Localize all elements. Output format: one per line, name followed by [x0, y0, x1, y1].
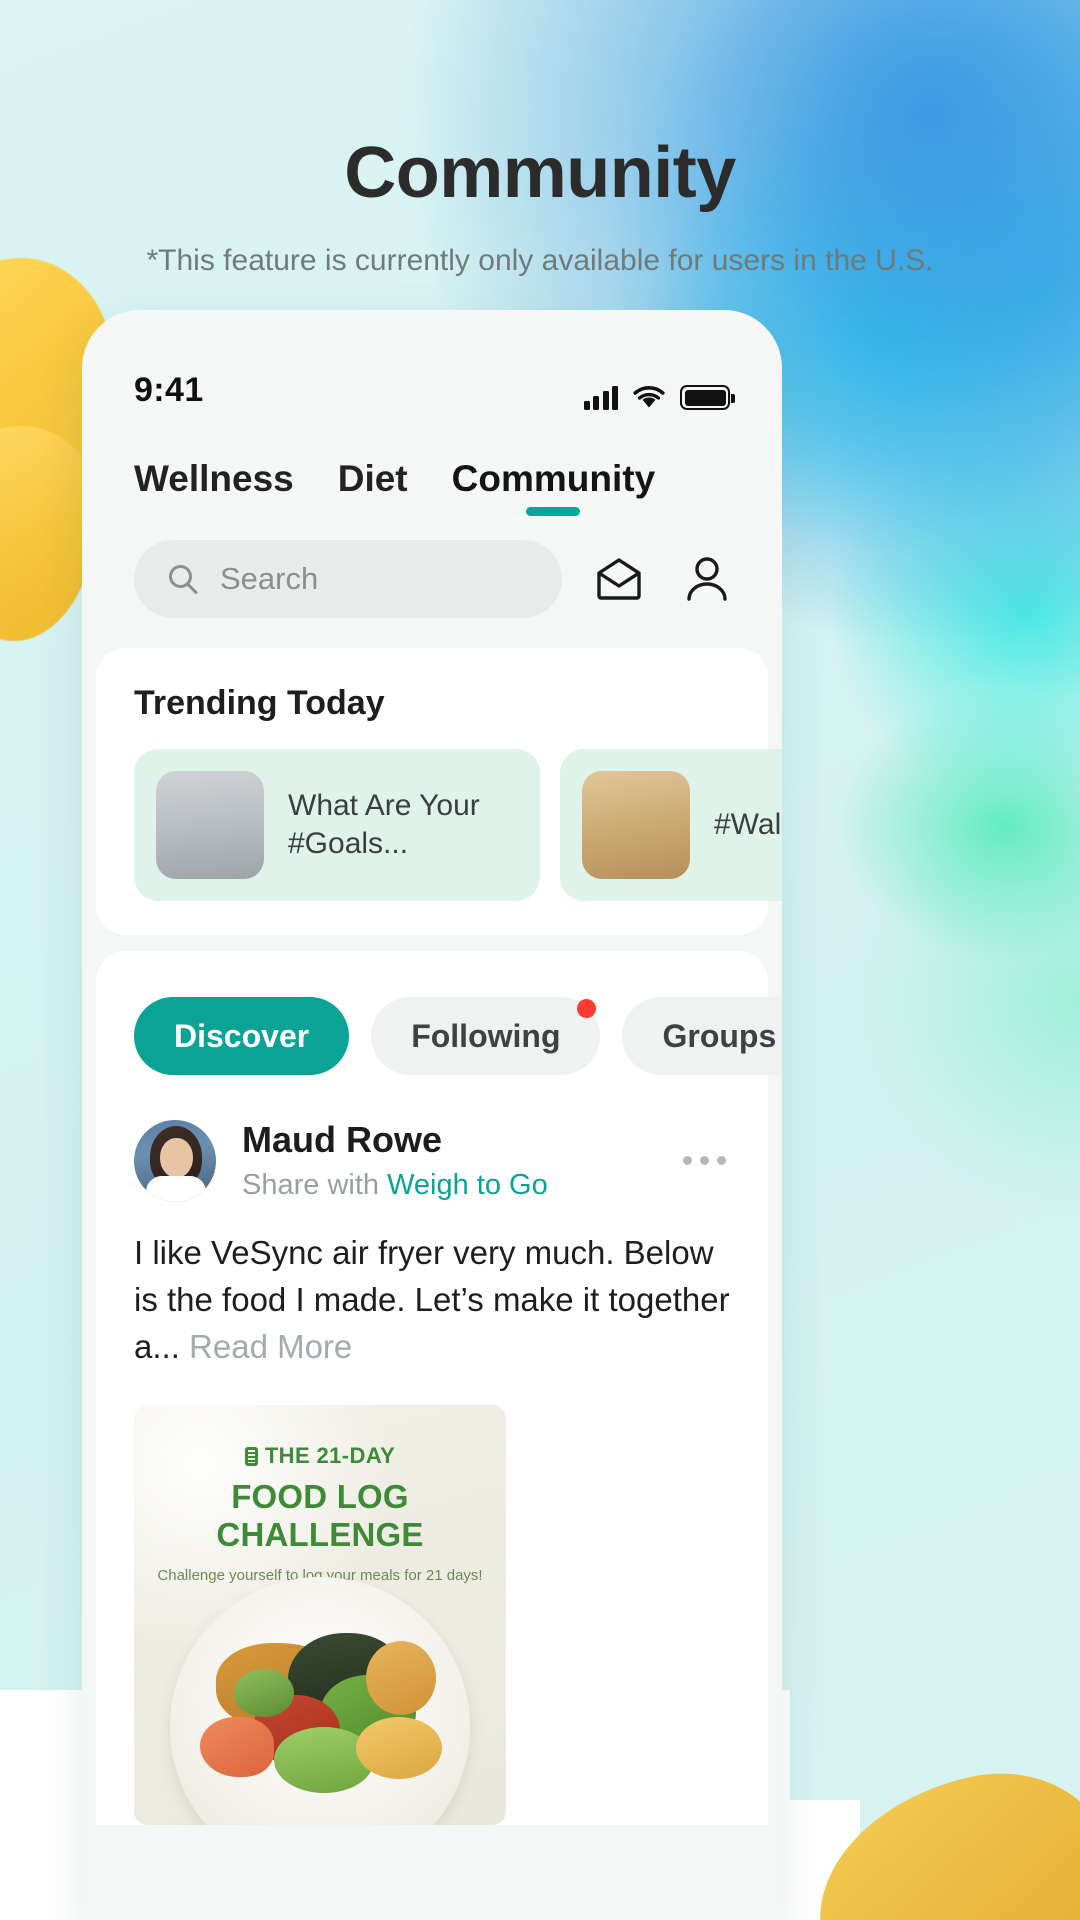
trending-item[interactable]: What Are Your #Goals...: [134, 749, 540, 901]
tab-active-indicator: [526, 507, 581, 516]
feed-filter-tabs: Discover Following Groups: [96, 981, 782, 1075]
signal-bars-icon: [583, 385, 618, 410]
status-icons: [583, 385, 735, 410]
post-share-group-link[interactable]: Weigh to Go: [387, 1169, 548, 1201]
avatar[interactable]: [134, 1119, 216, 1202]
post-author-name[interactable]: Maud Rowe: [242, 1119, 657, 1161]
tab-diet-label: Diet: [337, 458, 408, 499]
tab-wellness[interactable]: Wellness: [134, 458, 294, 516]
phone-log-icon: [244, 1446, 258, 1466]
cycling-photo-thumb: [156, 771, 264, 879]
post-meta: Maud Rowe Share with Weigh to Go: [242, 1119, 657, 1202]
profile-button[interactable]: [676, 548, 738, 610]
filter-groups[interactable]: Groups: [622, 997, 782, 1075]
filter-following[interactable]: Following: [371, 997, 601, 1075]
filter-groups-label: Groups: [662, 1017, 777, 1054]
feed-post: Maud Rowe Share with Weigh to Go I like …: [96, 1075, 768, 1825]
status-time: 9:41: [134, 371, 204, 409]
wifi-icon: [633, 386, 665, 408]
phone-mockup: 9:41 Wellness Diet Community Search Tren…: [82, 310, 782, 1920]
trending-item-label: What Are Your #Goals...: [288, 788, 480, 860]
challenge-image-text: THE 21-DAY FOOD LOG CHALLENGE Challenge …: [134, 1443, 506, 1584]
tab-community-label: Community: [451, 458, 656, 499]
more-options-icon[interactable]: [683, 1156, 730, 1165]
trending-item[interactable]: #Walking: [560, 749, 782, 901]
page-subtitle: *This feature is currently only availabl…: [146, 244, 934, 277]
filter-discover[interactable]: Discover: [134, 997, 350, 1075]
trending-title: Trending Today: [134, 684, 385, 722]
status-bar: 9:41: [82, 310, 782, 428]
feed-card: Discover Following Groups Maud Rowe Shar…: [96, 951, 782, 1825]
search-placeholder: Search: [220, 561, 319, 596]
post-share-prefix: Share with: [242, 1169, 388, 1201]
filter-following-label: Following: [411, 1017, 561, 1054]
read-more-link[interactable]: Read More: [189, 1328, 352, 1365]
page-header: Community *This feature is currently onl…: [0, 0, 1080, 278]
tab-community[interactable]: Community: [451, 458, 656, 516]
trending-item-label: #Walking: [714, 807, 782, 841]
walking-photo-thumb: [582, 771, 690, 879]
envelope-icon: [597, 558, 641, 600]
messages-button[interactable]: [588, 548, 650, 610]
top-tabs: Wellness Diet Community: [82, 428, 782, 516]
post-body: I like VeSync air fryer very much. Below…: [134, 1230, 730, 1371]
tab-diet[interactable]: Diet: [338, 458, 408, 516]
post-header: Maud Rowe Share with Weigh to Go: [134, 1119, 730, 1202]
challenge-headline: FOOD LOG CHALLENGE: [216, 1477, 424, 1553]
post-image[interactable]: THE 21-DAY FOOD LOG CHALLENGE Challenge …: [134, 1404, 506, 1825]
trending-list[interactable]: What Are Your #Goals... #Walking: [96, 749, 782, 901]
trending-card: Trending Today What Are Your #Goals... #…: [96, 648, 782, 935]
tab-wellness-label: Wellness: [134, 458, 294, 499]
search-row: Search: [82, 516, 782, 648]
challenge-eyebrow: THE 21-DAY: [134, 1443, 506, 1469]
battery-full-icon: [680, 385, 735, 410]
search-icon: [169, 565, 198, 594]
post-share-line: Share with Weigh to Go: [242, 1169, 657, 1202]
notification-badge-dot: [577, 999, 597, 1018]
page-title: Community: [344, 133, 736, 213]
search-input[interactable]: Search: [134, 540, 562, 618]
person-icon: [687, 557, 727, 601]
filter-discover-label: Discover: [174, 1017, 310, 1054]
